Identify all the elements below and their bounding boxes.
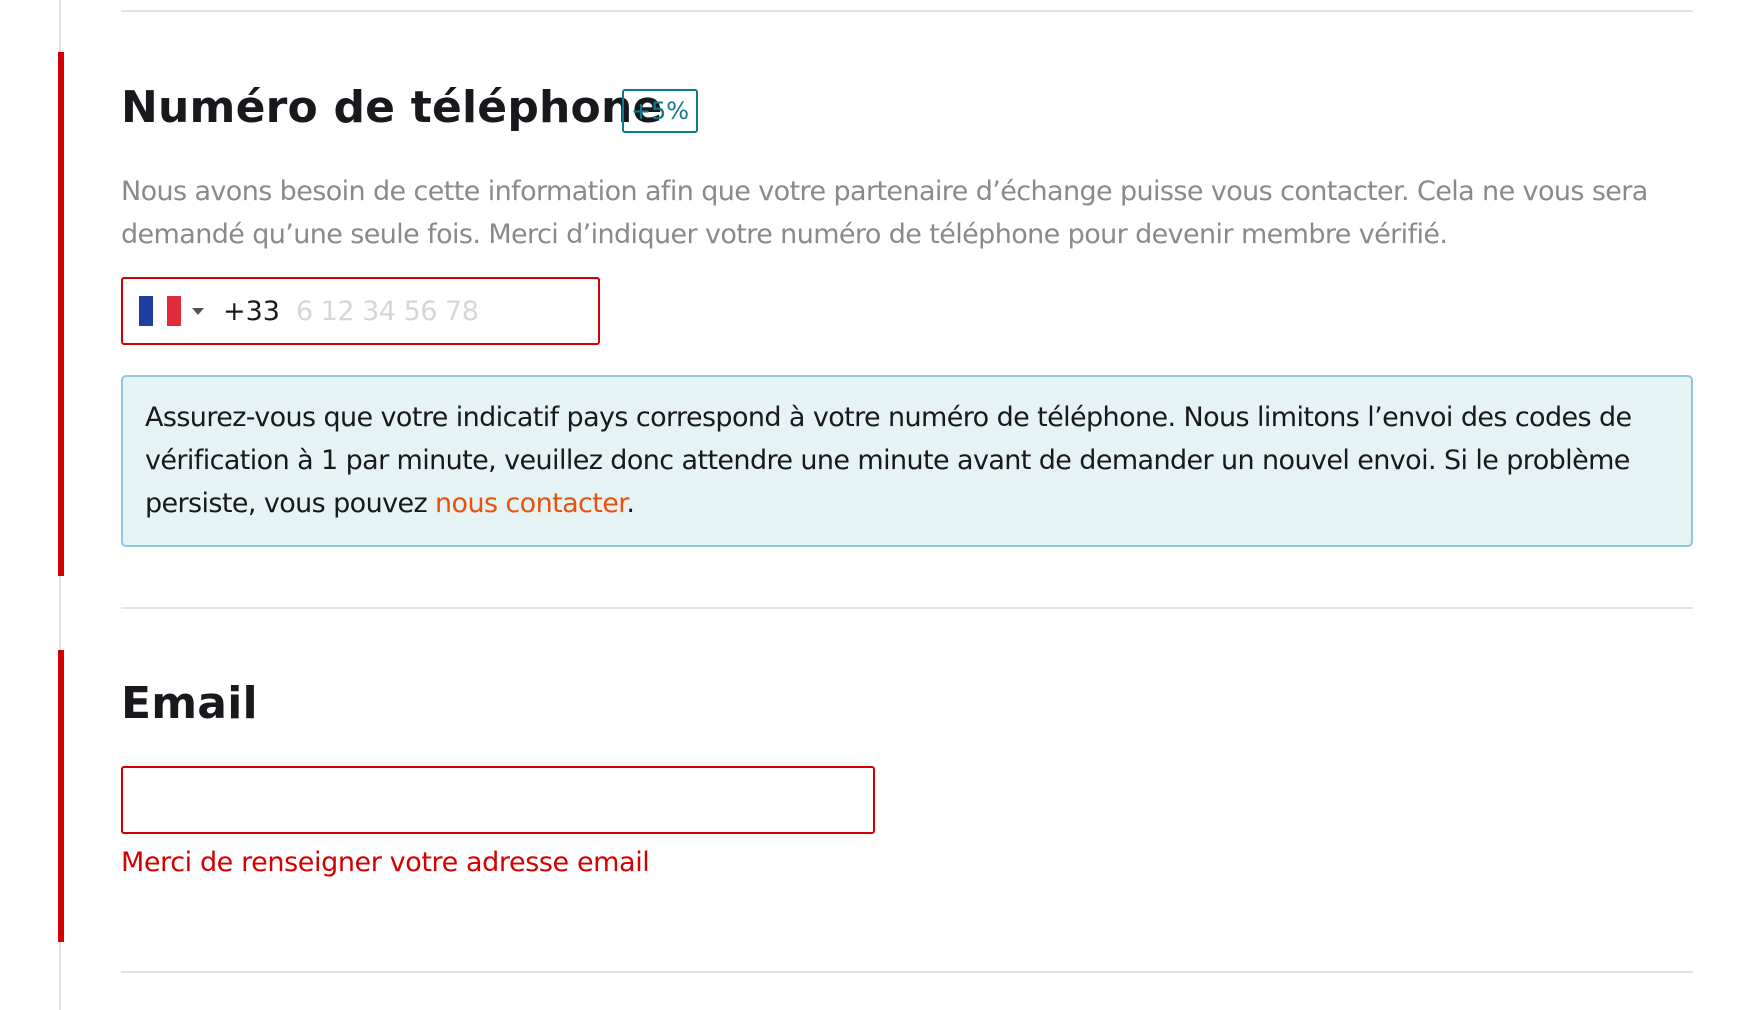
phone-field: +33	[121, 277, 600, 345]
email-input[interactable]	[121, 766, 875, 834]
info-text-end: .	[626, 488, 635, 519]
section-divider	[121, 607, 1693, 609]
chevron-down-icon	[192, 307, 204, 315]
phone-error-indicator	[58, 52, 64, 576]
email-error-indicator	[58, 650, 64, 942]
country-code-select[interactable]	[123, 279, 204, 343]
phone-section-title: Numéro de téléphone	[121, 82, 663, 133]
email-error-message: Merci de renseigner votre adresse email	[121, 847, 650, 878]
dial-code: +33	[223, 295, 280, 327]
phone-help-text: Nous avons besoin de cette information a…	[121, 176, 1648, 250]
info-text: Assurez-vous que votre indicatif pays co…	[145, 396, 1669, 525]
info-box: Assurez-vous que votre indicatif pays co…	[121, 375, 1693, 547]
phone-input[interactable]	[293, 294, 548, 328]
email-section-title: Email	[121, 678, 258, 729]
info-text-body: Assurez-vous que votre indicatif pays co…	[145, 402, 1632, 519]
contact-link[interactable]: nous contacter	[435, 488, 627, 519]
section-divider	[121, 10, 1693, 12]
france-flag-icon	[139, 296, 181, 326]
bonus-badge: +5%	[622, 89, 698, 133]
section-divider	[121, 971, 1693, 973]
